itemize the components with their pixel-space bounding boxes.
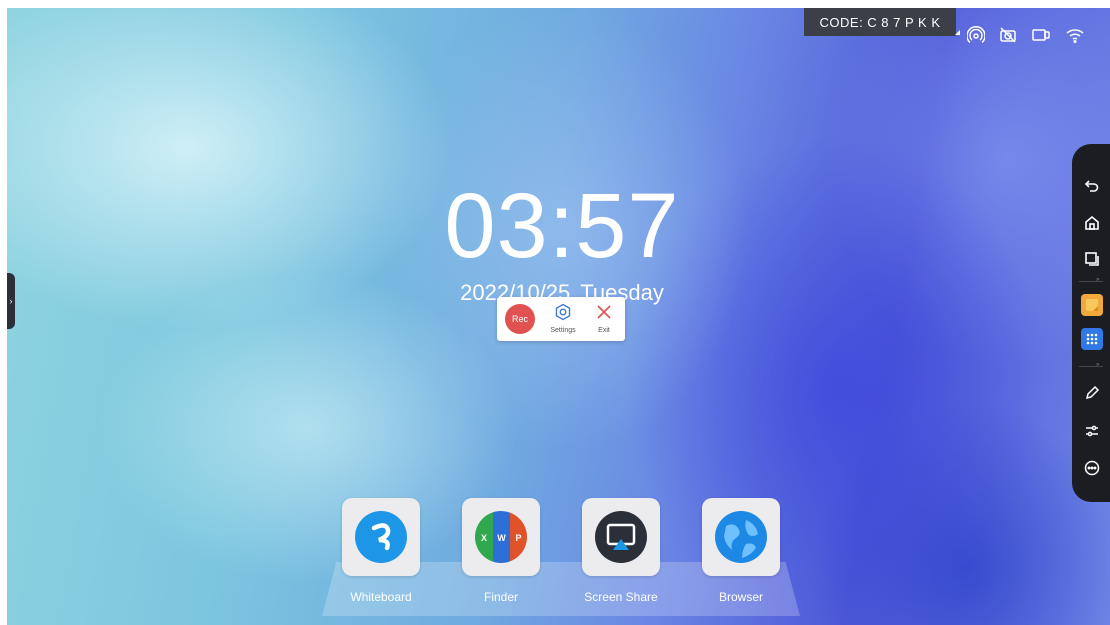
connection-code-badge: CODE: C 8 7 P K K bbox=[804, 8, 956, 36]
whiteboard-label: Whiteboard bbox=[350, 590, 412, 604]
record-button[interactable]: Rec bbox=[505, 304, 535, 334]
chevron-right-icon: › bbox=[9, 296, 13, 306]
finder-tile[interactable]: X W P bbox=[462, 498, 540, 576]
settings-icon bbox=[555, 303, 571, 321]
recent-apps-icon bbox=[1085, 252, 1099, 266]
hotspot-icon[interactable] bbox=[967, 26, 985, 44]
recorder-exit-button[interactable]: Exit bbox=[584, 303, 624, 334]
close-icon bbox=[597, 305, 611, 319]
status-icons bbox=[967, 26, 1085, 44]
settings-label: Settings bbox=[550, 327, 576, 334]
right-toolbar: » » bbox=[1072, 144, 1110, 502]
finder-label: Finder bbox=[483, 590, 518, 604]
recorder-settings-button[interactable]: Settings bbox=[543, 303, 583, 334]
sliders-icon bbox=[1086, 425, 1098, 437]
back-icon bbox=[1084, 180, 1099, 192]
screen-share-icon bbox=[595, 511, 647, 563]
exit-label: Exit bbox=[598, 327, 610, 334]
screen-share-label: Screen Share bbox=[584, 590, 658, 604]
finder-icon: X W P bbox=[475, 511, 527, 563]
svg-text:X: X bbox=[481, 533, 487, 543]
whiteboard-icon bbox=[355, 511, 407, 563]
apps-grid-button[interactable] bbox=[1081, 328, 1103, 350]
camera-off-icon[interactable] bbox=[999, 26, 1017, 44]
signal-corner-icon bbox=[955, 30, 960, 35]
dock-app-browser[interactable]: Browser bbox=[701, 498, 781, 604]
notes-app-icon bbox=[1086, 299, 1098, 311]
pen-icon bbox=[1085, 385, 1100, 400]
whiteboard-tile[interactable] bbox=[342, 498, 420, 576]
connection-code-text: CODE: C 8 7 P K K bbox=[819, 14, 941, 30]
screen-share-tile[interactable] bbox=[582, 498, 660, 576]
apps-grid-icon bbox=[1086, 333, 1098, 345]
dock-app-finder[interactable]: X W P Finder bbox=[461, 498, 541, 604]
record-button-label: Rec bbox=[511, 314, 528, 324]
browser-label: Browser bbox=[718, 590, 763, 604]
desktop-wallpaper: › CODE: C 8 7 P K K 03:57 2022/10/25 Tues… bbox=[7, 8, 1110, 625]
pen-button[interactable] bbox=[1081, 382, 1103, 404]
adjust-button[interactable] bbox=[1081, 420, 1103, 442]
dock-app-whiteboard[interactable]: Whiteboard bbox=[341, 498, 421, 604]
left-drawer-handle[interactable]: › bbox=[7, 273, 15, 329]
screen-mirror-icon[interactable] bbox=[1031, 26, 1051, 44]
svg-text:W: W bbox=[497, 533, 506, 543]
wifi-icon[interactable] bbox=[1065, 26, 1085, 44]
browser-icon bbox=[715, 511, 767, 563]
recent-apps-button[interactable] bbox=[1081, 248, 1103, 270]
screen-recorder-popup: Rec Settings Exit bbox=[497, 297, 625, 341]
more-button[interactable] bbox=[1081, 457, 1103, 479]
back-button[interactable] bbox=[1081, 174, 1103, 196]
dock-app-screen-share[interactable]: Screen Share bbox=[581, 498, 661, 604]
svg-text:P: P bbox=[515, 533, 521, 543]
more-icon bbox=[1084, 460, 1100, 476]
notes-app-button[interactable] bbox=[1081, 294, 1103, 316]
home-button[interactable] bbox=[1081, 212, 1103, 234]
clock-time: 03:57 bbox=[444, 175, 680, 277]
browser-tile[interactable] bbox=[702, 498, 780, 576]
home-icon bbox=[1085, 215, 1099, 230]
